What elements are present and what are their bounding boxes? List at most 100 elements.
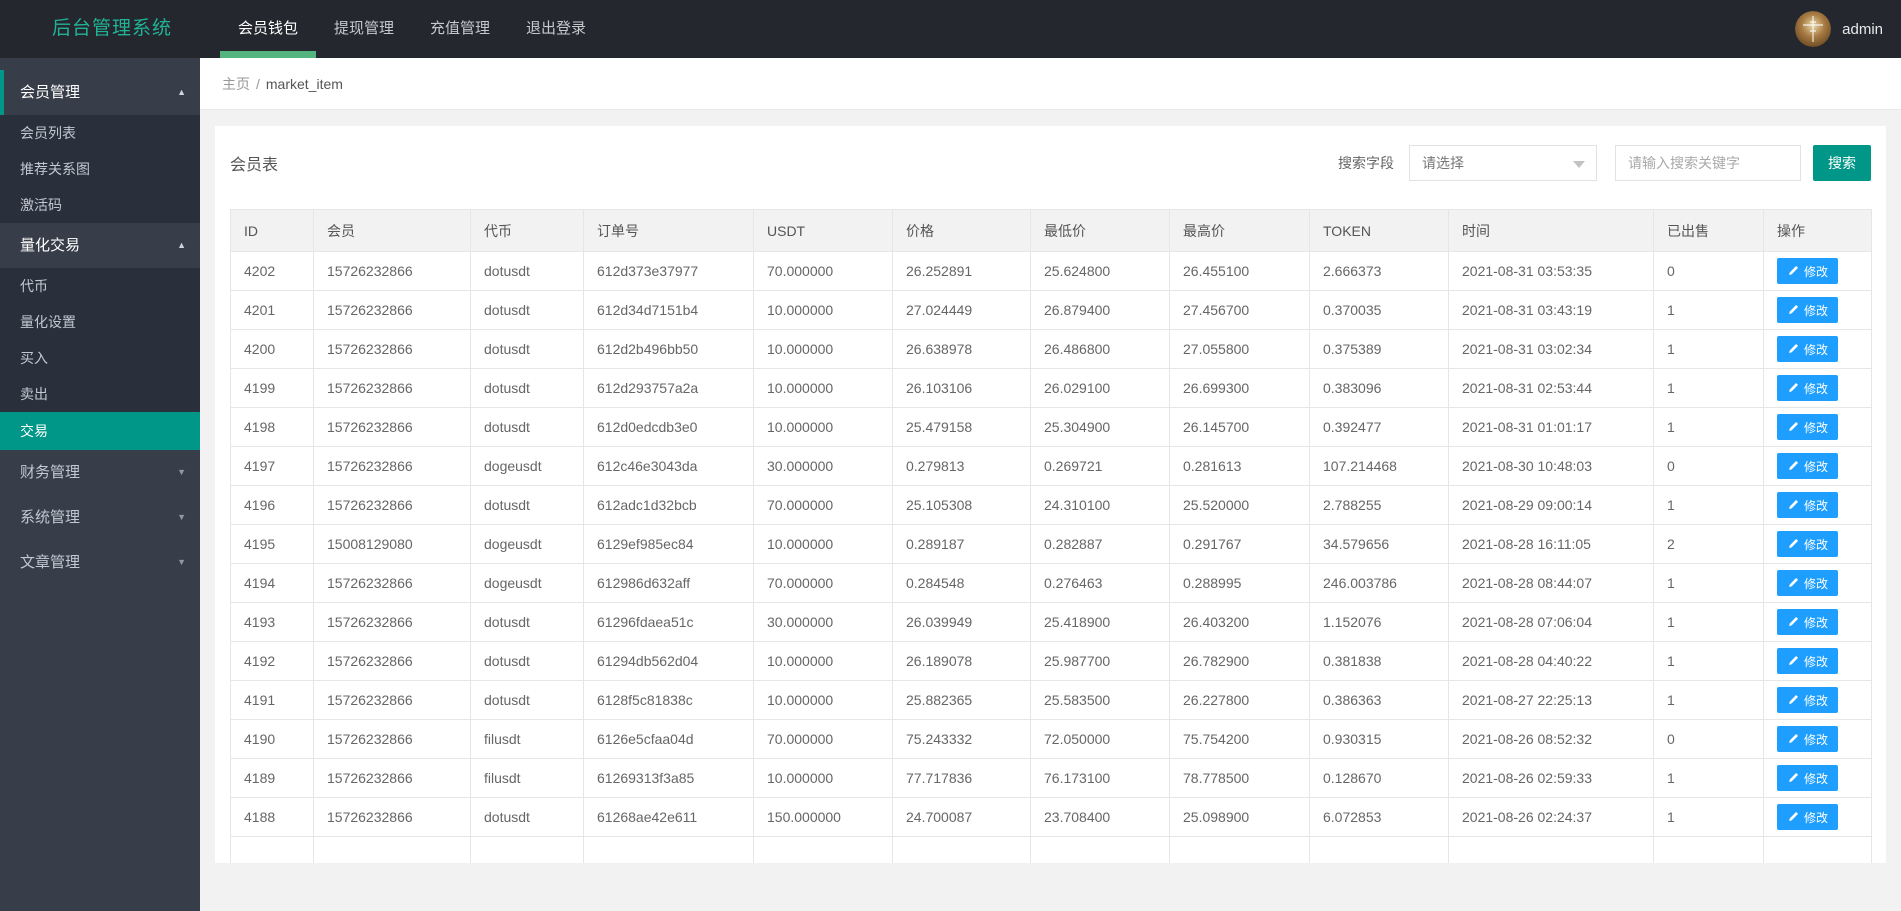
actions-cell: 修改 xyxy=(1763,485,1872,525)
table-cell: 2.666373 xyxy=(1309,251,1449,291)
breadcrumb-home[interactable]: 主页 xyxy=(222,74,250,94)
table-cell: 4198 xyxy=(230,407,314,447)
actions-cell: 修改 xyxy=(1763,797,1872,837)
sidebar-section-article[interactable]: 文章管理 ▼ xyxy=(0,540,200,585)
table-cell: 0.392477 xyxy=(1309,407,1449,447)
table-cell: 1 xyxy=(1653,290,1764,330)
search-input[interactable] xyxy=(1615,144,1801,181)
sidebar-section-finance[interactable]: 财务管理 ▼ xyxy=(0,450,200,495)
nav-tab-member-wallet[interactable]: 会员钱包 xyxy=(220,0,316,58)
table-row: 4188 15726232866 dotusdt 61268ae42e611 150.0… xyxy=(230,797,1872,837)
table-cell: 24.700087 xyxy=(892,797,1031,837)
table-cell: 0.288995 xyxy=(1169,563,1310,603)
table-cell: 70.000000 xyxy=(753,719,893,759)
table-cell: 15726232866 xyxy=(313,563,471,603)
username-label: admin xyxy=(1842,20,1883,38)
table-cell: 26.103106 xyxy=(892,368,1031,408)
table-cell: 4194 xyxy=(230,563,314,603)
edit-button[interactable]: 修改 xyxy=(1777,258,1839,284)
table-cell: 2021-08-28 16:11:05 xyxy=(1448,524,1654,564)
pencil-icon xyxy=(1789,460,1799,470)
top-navbar: 后台管理系统 会员钱包 提现管理 充值管理 退出登录 admin xyxy=(0,0,1901,58)
sidebar-item-quant-settings[interactable]: 量化设置 xyxy=(0,304,200,340)
edit-button[interactable]: 修改 xyxy=(1777,336,1839,362)
table-cell: 61296fdaea51c xyxy=(583,602,754,642)
pencil-icon xyxy=(1789,499,1799,509)
edit-button[interactable]: 修改 xyxy=(1777,570,1839,596)
actions-cell: 修改 xyxy=(1763,758,1872,798)
edit-button[interactable]: 修改 xyxy=(1777,687,1839,713)
table-row: 4198 15726232866 dotusdt 612d0edcdb3e0 10.00… xyxy=(230,407,1872,447)
edit-button[interactable]: 修改 xyxy=(1777,297,1839,323)
pencil-icon xyxy=(1789,265,1799,275)
table-cell: dotusdt xyxy=(470,251,584,291)
nav-tab-logout[interactable]: 退出登录 xyxy=(508,0,604,58)
edit-button[interactable]: 修改 xyxy=(1777,492,1839,518)
actions-cell: 修改 xyxy=(1763,251,1872,291)
col-header-min-price: 最低价 xyxy=(1030,209,1170,252)
panel-header: 会员表 搜索字段 请选择 搜索 xyxy=(230,126,1871,186)
chevron-up-icon: ▲ xyxy=(177,87,186,97)
table-cell: 0.281613 xyxy=(1169,446,1310,486)
table-cell: 4195 xyxy=(230,524,314,564)
table-cell: 1 xyxy=(1653,602,1764,642)
sidebar-item-referral-graph[interactable]: 推荐关系图 xyxy=(0,151,200,187)
table-cell: 612d0edcdb3e0 xyxy=(583,407,754,447)
edit-button[interactable]: 修改 xyxy=(1777,648,1839,674)
sidebar-item-buy[interactable]: 买入 xyxy=(0,340,200,376)
sidebar-item-member-list[interactable]: 会员列表 xyxy=(0,115,200,151)
table-cell: 2021-08-31 03:43:19 xyxy=(1448,290,1654,330)
table-cell: 1 xyxy=(1653,758,1764,798)
edit-button[interactable]: 修改 xyxy=(1777,609,1839,635)
sidebar-section-system[interactable]: 系统管理 ▼ xyxy=(0,495,200,540)
table-cell: 30.000000 xyxy=(753,602,893,642)
edit-button[interactable]: 修改 xyxy=(1777,765,1839,791)
sidebar-item-token[interactable]: 代币 xyxy=(0,268,200,304)
chevron-down-icon xyxy=(1573,160,1585,168)
table-cell: 1 xyxy=(1653,329,1764,369)
table-cell: 4190 xyxy=(230,719,314,759)
search-button[interactable]: 搜索 xyxy=(1813,144,1871,181)
pencil-icon xyxy=(1789,733,1799,743)
table-cell: 25.479158 xyxy=(892,407,1031,447)
table-cell: 2021-08-27 22:25:13 xyxy=(1448,680,1654,720)
search-field-select[interactable]: 请选择 xyxy=(1409,144,1597,181)
table-cell: 2021-08-28 07:06:04 xyxy=(1448,602,1654,642)
table-cell: 61269313f3a85 xyxy=(583,758,754,798)
edit-button[interactable]: 修改 xyxy=(1777,804,1839,830)
sidebar-item-trade[interactable]: 交易 xyxy=(0,412,200,450)
table-cell: 77.717836 xyxy=(892,758,1031,798)
col-header-member: 会员 xyxy=(313,209,471,252)
table-cell: 2021-08-31 03:53:35 xyxy=(1448,251,1654,291)
table-cell: dotusdt xyxy=(470,368,584,408)
nav-tab-withdraw[interactable]: 提现管理 xyxy=(316,0,412,58)
sidebar-section-member-mgmt[interactable]: 会员管理 ▲ xyxy=(0,70,200,115)
pencil-icon xyxy=(1789,772,1799,782)
table-cell: 0.370035 xyxy=(1309,290,1449,330)
table-cell: 25.987700 xyxy=(1030,641,1170,681)
chevron-down-icon: ▼ xyxy=(177,467,186,477)
sidebar: 会员管理 ▲ 会员列表 推荐关系图 激活码 量化交易 ▲ 代币 量化设置 买入 … xyxy=(0,58,200,911)
table-cell: 25.583500 xyxy=(1030,680,1170,720)
admin-page: 后台管理系统 会员钱包 提现管理 充值管理 退出登录 admin 会员管理 ▲ … xyxy=(0,0,1901,911)
edit-button[interactable]: 修改 xyxy=(1777,414,1839,440)
edit-button[interactable]: 修改 xyxy=(1777,726,1839,752)
table-cell: 23.708400 xyxy=(1030,797,1170,837)
sidebar-section-quant-trading[interactable]: 量化交易 ▲ xyxy=(0,223,200,268)
table-cell: 2021-08-28 08:44:07 xyxy=(1448,563,1654,603)
table-cell: dotusdt xyxy=(470,485,584,525)
table-cell: 10.000000 xyxy=(753,524,893,564)
table-cell: 25.520000 xyxy=(1169,485,1310,525)
sidebar-item-sell[interactable]: 卖出 xyxy=(0,376,200,412)
breadcrumb-separator: / xyxy=(256,75,260,92)
breadcrumb: 主页 / market_item xyxy=(200,58,1901,110)
table-row-partial xyxy=(230,836,1872,863)
edit-button[interactable]: 修改 xyxy=(1777,453,1839,479)
table-cell: 26.029100 xyxy=(1030,368,1170,408)
edit-button[interactable]: 修改 xyxy=(1777,375,1839,401)
table-row: 4195 15008129080 dogeusdt 6129ef985ec84 10.0… xyxy=(230,524,1872,564)
user-menu[interactable]: admin xyxy=(1795,0,1901,58)
nav-tab-recharge[interactable]: 充值管理 xyxy=(412,0,508,58)
sidebar-item-activation-code[interactable]: 激活码 xyxy=(0,187,200,223)
edit-button[interactable]: 修改 xyxy=(1777,531,1839,557)
